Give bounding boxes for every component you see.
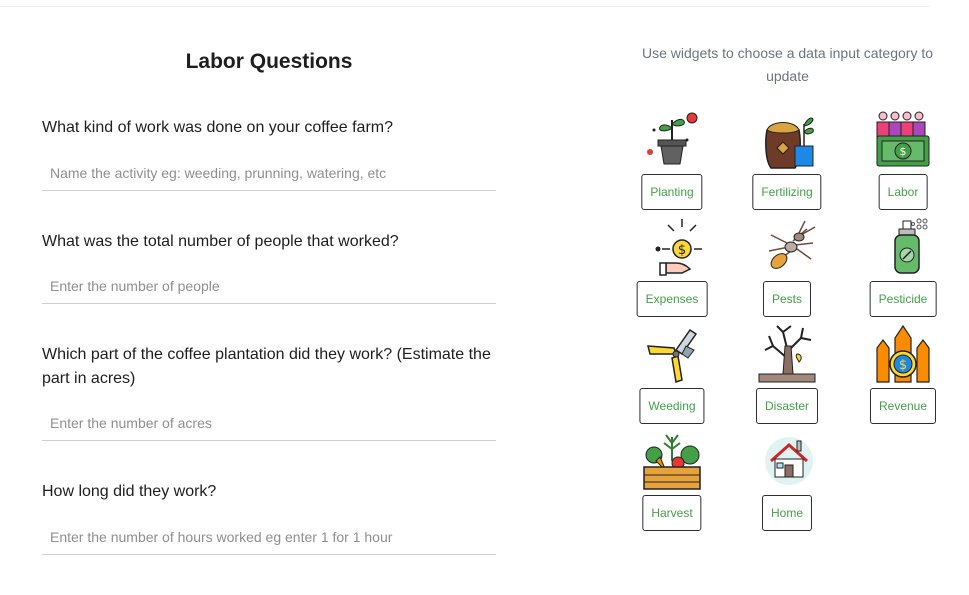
labor-button[interactable]: Labor <box>878 174 928 210</box>
question-label-hours: How long did they work? <box>42 483 217 500</box>
widget-harvest: Harvest <box>632 431 712 541</box>
acres-input[interactable] <box>42 405 496 441</box>
weeding-button[interactable]: Weeding <box>639 388 705 424</box>
pests-button[interactable]: Pests <box>762 281 812 317</box>
page-title: Labor Questions <box>185 50 353 73</box>
workers-money-icon: $ <box>873 110 933 170</box>
fertilizer-sack-icon <box>757 110 817 170</box>
widget-weeding: Weeding <box>632 324 712 434</box>
expenses-button[interactable]: Expenses <box>636 281 708 317</box>
question-label-activity: What kind of work was done on your coffe… <box>42 119 393 136</box>
hours-input[interactable] <box>42 519 496 555</box>
widget-home: Home <box>747 431 827 541</box>
svg-text:$: $ <box>899 358 907 373</box>
plant-pot-icon <box>642 110 702 170</box>
question-label-acres: Which part of the coffee plantation did … <box>42 346 491 387</box>
revenue-button[interactable]: Revenue <box>869 388 937 424</box>
termite-icon <box>757 217 817 277</box>
hand-coin-icon: $ <box>642 217 702 277</box>
question-label-people: What was the total number of people that… <box>42 233 399 250</box>
harvest-button[interactable]: Harvest <box>642 495 702 531</box>
widget-revenue: $ Revenue <box>863 324 943 434</box>
widget-fertilizing: Fertilizing <box>747 110 827 220</box>
widget-planting: Planting <box>632 110 712 220</box>
widget-instruction: Use widgets to choose a data input categ… <box>641 45 934 84</box>
home-button[interactable]: Home <box>761 495 813 531</box>
dead-tree-icon <box>757 324 817 384</box>
widget-disaster: Disaster <box>747 324 827 434</box>
svg-text:$: $ <box>678 243 686 258</box>
house-icon <box>757 431 817 491</box>
activity-input[interactable] <box>42 155 496 191</box>
widget-pests: Pests <box>747 217 827 327</box>
disaster-button[interactable]: Disaster <box>755 388 819 424</box>
vegetable-crate-icon <box>642 431 702 491</box>
people-count-input[interactable] <box>42 268 496 304</box>
widget-pesticide: Pesticide <box>863 217 943 327</box>
planting-button[interactable]: Planting <box>641 174 703 210</box>
spray-bottle-icon <box>873 217 933 277</box>
widget-expenses: $ Expenses <box>632 217 712 327</box>
fertilizing-button[interactable]: Fertilizing <box>752 174 822 210</box>
pesticide-button[interactable]: Pesticide <box>869 281 937 317</box>
revenue-arrows-icon: $ <box>873 324 933 384</box>
pruning-shears-icon <box>642 324 702 384</box>
widget-labor: $ Labor <box>863 110 943 220</box>
top-divider <box>0 6 930 7</box>
svg-text:$: $ <box>900 145 907 158</box>
